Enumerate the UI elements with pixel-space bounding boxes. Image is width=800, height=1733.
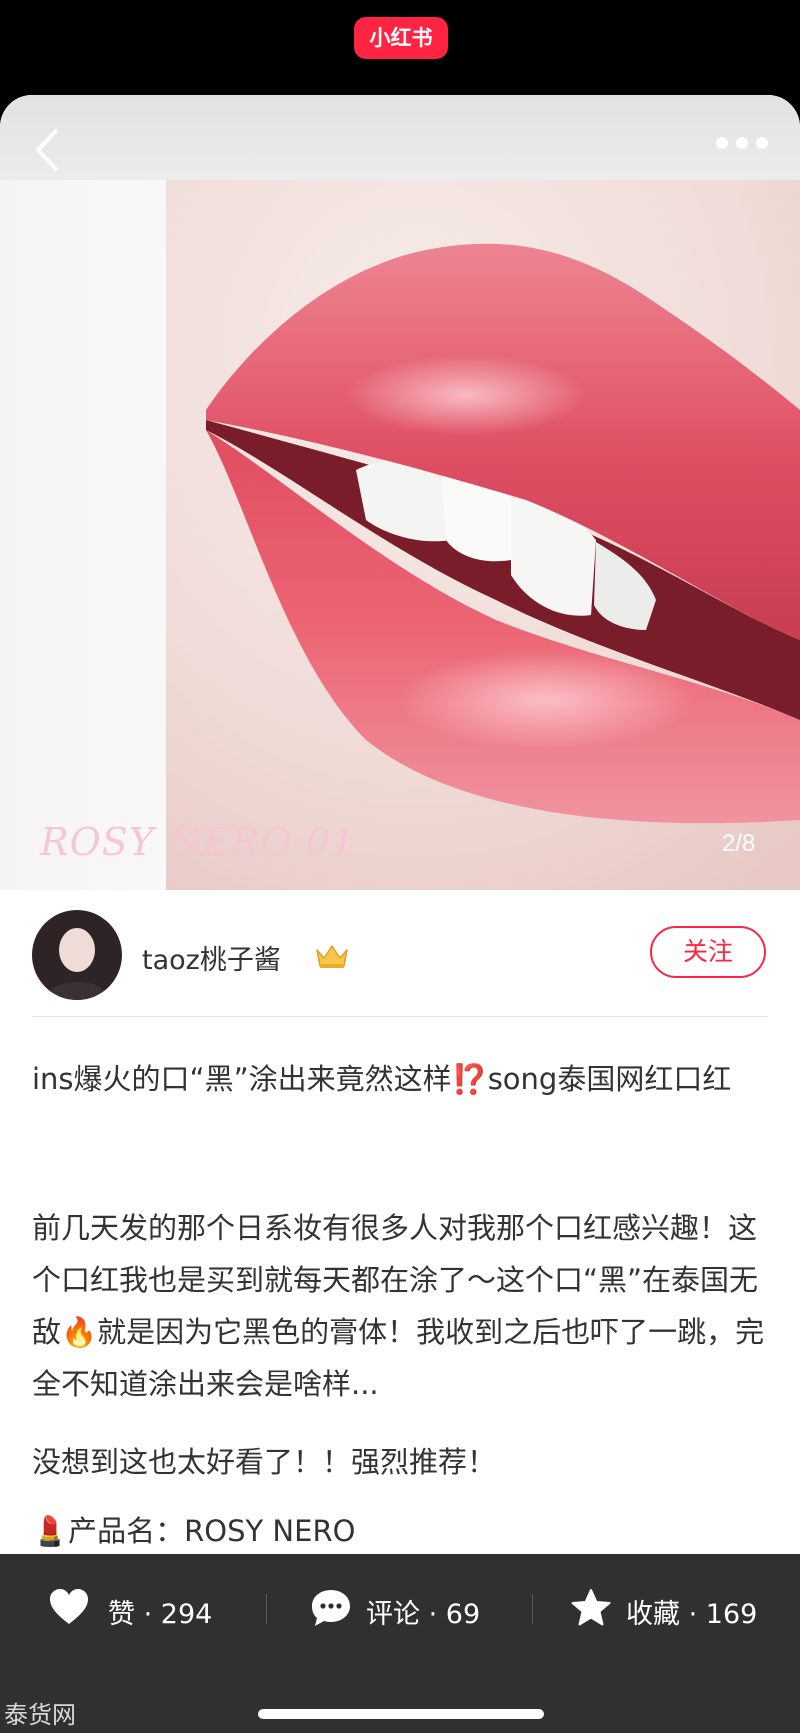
watermark: 泰货网 (4, 1701, 76, 1729)
divider (32, 1016, 768, 1017)
heart-icon (50, 1589, 88, 1624)
post-title: ins爆火的口“黑”涂出来竟然这样⁉️song泰国网红口红 (32, 1062, 732, 1096)
app-logo: 小红书 (354, 17, 448, 59)
chevron-left-icon (36, 129, 58, 171)
separator-line (266, 1594, 267, 1624)
comment-icon (312, 1590, 350, 1626)
lipstick-photo (166, 180, 800, 890)
like-button[interactable]: 赞 · 294 (44, 1554, 244, 1659)
photo-caption: ROSY NERO 01 (40, 820, 357, 864)
collect-count: 169 (705, 1599, 758, 1630)
image-carousel[interactable]: ROSY NERO 01 2/8 (0, 180, 800, 890)
author-row: taoz桃子酱 关注 (0, 900, 800, 1010)
note-card: ROSY NERO 01 2/8 taoz桃子酱 关注 ins爆火的口“黑”涂出… (0, 95, 800, 1733)
comment-label: 评论 (366, 1599, 420, 1630)
follow-button[interactable]: 关注 (650, 926, 766, 978)
collect-label: 收藏 (626, 1599, 680, 1630)
post-body-paragraph: 💄产品名：ROSY NERO (32, 1514, 356, 1548)
home-indicator[interactable] (258, 1709, 544, 1719)
like-count: 294 (160, 1599, 213, 1630)
like-label: 赞 (108, 1599, 135, 1630)
comment-button[interactable]: 评论 · 69 (308, 1554, 528, 1659)
bottom-action-bar: 赞 · 294 评论 · 69 收藏 · 169 (0, 1554, 800, 1733)
crown-icon (316, 945, 348, 968)
post-body-paragraph: 前几天发的那个日系妆有很多人对我那个口红感兴趣！这个口红我也是买到就每天都在涂了… (32, 1211, 765, 1401)
star-icon (571, 1589, 611, 1626)
avatar[interactable] (32, 910, 122, 1000)
comment-count: 69 (445, 1599, 481, 1630)
page-indicator: 2/8 (722, 830, 756, 857)
separator: · (428, 1599, 438, 1630)
more-options-button[interactable] (712, 133, 772, 153)
collect-button[interactable]: 收藏 · 169 (568, 1554, 788, 1659)
back-button[interactable] (28, 125, 68, 175)
author-name[interactable]: taoz桃子酱 (142, 938, 281, 977)
separator: · (143, 1599, 153, 1630)
post-body-paragraph: 没想到这也太好看了！！强烈推荐！ (32, 1445, 497, 1479)
separator-line (532, 1594, 533, 1624)
status-bar: 小红书 (0, 0, 800, 95)
separator: · (688, 1599, 698, 1630)
nav-header (0, 95, 800, 180)
